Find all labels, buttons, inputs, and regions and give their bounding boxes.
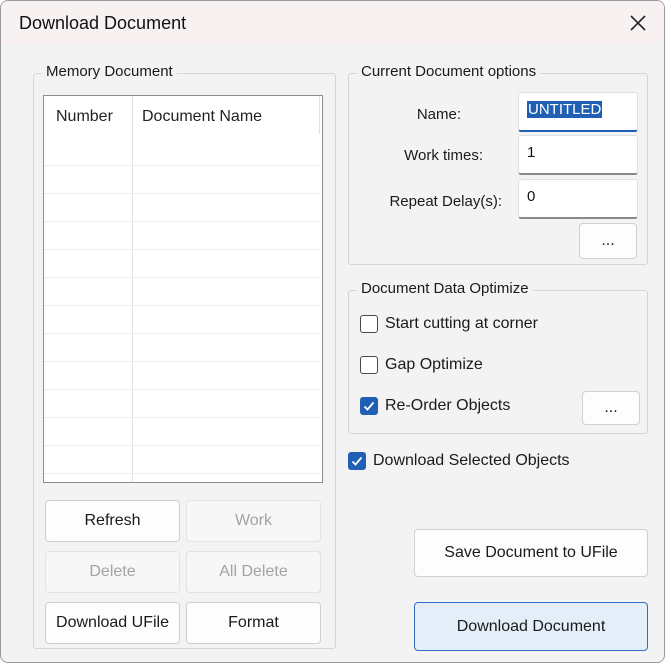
all-delete-button[interactable]: All Delete: [186, 551, 321, 593]
download-selected-checkbox[interactable]: [348, 452, 366, 470]
name-input-value: UNTITLED: [527, 101, 603, 118]
start-cutting-checkbox[interactable]: [360, 315, 378, 333]
window-title: Download Document: [19, 13, 187, 33]
list-header: Number Document Name: [44, 96, 322, 138]
gap-optimize-checkbox-row[interactable]: Gap Optimize: [360, 356, 483, 374]
optimize-group-label: Document Data Optimize: [357, 280, 533, 297]
reorder-more-button[interactable]: ...: [582, 391, 640, 425]
checkmark-icon: [363, 401, 375, 411]
list-row: [44, 138, 320, 166]
format-button[interactable]: Format: [186, 602, 321, 644]
list-row: [44, 194, 320, 222]
close-button[interactable]: [620, 7, 656, 39]
download-selected-label: Download Selected Objects: [373, 452, 570, 469]
list-row: [44, 362, 320, 390]
start-cutting-label: Start cutting at corner: [385, 315, 538, 332]
work-times-input[interactable]: 1: [518, 135, 638, 175]
memory-document-group-label: Memory Document: [42, 63, 177, 80]
download-ufile-button[interactable]: Download UFile: [45, 602, 180, 644]
repeat-delay-label: Repeat Delay(s):: [389, 193, 502, 210]
save-document-to-ufile-button[interactable]: Save Document to UFile: [414, 529, 648, 577]
work-button[interactable]: Work: [186, 500, 321, 542]
delete-button[interactable]: Delete: [45, 551, 180, 593]
download-document-dialog: Download Document Memory Document Number…: [0, 0, 665, 663]
list-row: [44, 166, 320, 194]
column-header-number[interactable]: Number: [56, 108, 113, 126]
list-row: [44, 418, 320, 446]
list-row: [44, 390, 320, 418]
start-cutting-checkbox-row[interactable]: Start cutting at corner: [360, 315, 538, 333]
current-options-group-label: Current Document options: [357, 63, 541, 80]
list-row: [44, 250, 320, 278]
gap-optimize-checkbox[interactable]: [360, 356, 378, 374]
current-options-more-button[interactable]: ...: [579, 223, 637, 259]
list-row: [44, 334, 320, 362]
list-row: [44, 306, 320, 334]
download-document-button[interactable]: Download Document: [414, 602, 648, 651]
close-icon: [630, 15, 646, 31]
title-bar: Download Document: [1, 1, 664, 45]
name-label: Name:: [416, 106, 461, 123]
column-header-document-name[interactable]: Document Name: [142, 108, 262, 126]
reorder-objects-label: Re-Order Objects: [385, 397, 511, 414]
reorder-objects-checkbox-row[interactable]: Re-Order Objects: [360, 397, 510, 415]
memory-document-list[interactable]: Number Document Name: [43, 95, 323, 483]
name-input[interactable]: UNTITLED: [518, 92, 638, 132]
header-divider: [319, 96, 320, 134]
list-row: [44, 446, 320, 474]
refresh-button[interactable]: Refresh: [45, 500, 180, 542]
work-times-label: Work times:: [404, 147, 483, 164]
reorder-objects-checkbox[interactable]: [360, 397, 378, 415]
list-row: [44, 222, 320, 250]
download-selected-checkbox-row[interactable]: Download Selected Objects: [348, 452, 570, 470]
list-row: [44, 278, 320, 306]
checkmark-icon: [351, 456, 363, 466]
repeat-delay-input[interactable]: 0: [518, 179, 638, 219]
gap-optimize-label: Gap Optimize: [385, 356, 483, 373]
